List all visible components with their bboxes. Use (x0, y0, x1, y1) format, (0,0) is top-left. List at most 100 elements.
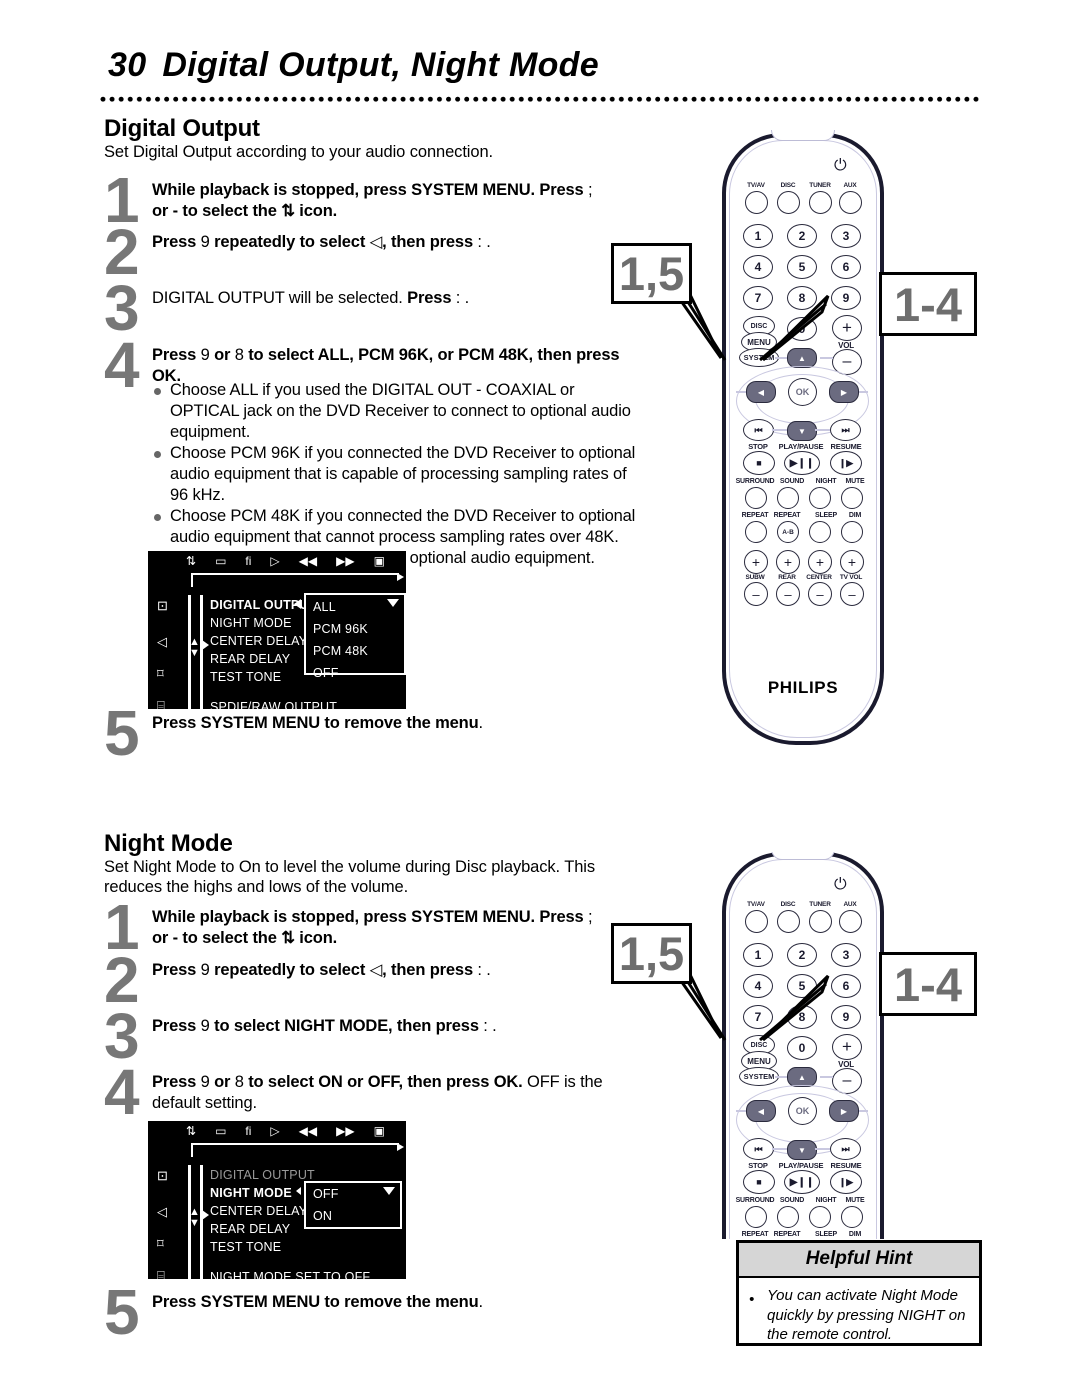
next-button[interactable]: ⏭ (830, 1138, 861, 1160)
osd-dropdown-night-mode[interactable]: OFF ON (304, 1181, 402, 1229)
osd-left-pointer-icon (202, 640, 209, 650)
nm-step-4-number: 4 (104, 1056, 140, 1128)
osd-selection-pointer-icon (294, 599, 301, 609)
osd-selection-pointer-icon (296, 1187, 301, 1195)
osd-option-pcm48k[interactable]: PCM 48K (306, 645, 404, 667)
play-pause-button[interactable]: ▶❙❙ (784, 1170, 820, 1194)
nav-left-button[interactable]: ◀ (746, 1100, 776, 1122)
surround-button[interactable] (745, 1206, 767, 1228)
osd-topbar: ⇅ ▭ ﬁ ▷ ◀◀ ▶▶ ▣ (148, 1121, 406, 1161)
mute-button[interactable] (841, 1206, 863, 1228)
osd-dropdown-digital-output[interactable]: ALL PCM 96K PCM 48K OFF (304, 593, 406, 679)
nm-step-1-sym1: ; (588, 908, 593, 926)
center-down-button[interactable]: – (808, 582, 832, 606)
nm-step-2-b: repeatedly to select (209, 961, 370, 979)
nm-step-3-a: Press (152, 1017, 201, 1035)
osd-item-test-tone[interactable]: TEST TONE (210, 1241, 406, 1259)
resume-button[interactable]: ❙▶ (830, 1170, 862, 1194)
osd-status-line: NIGHT MODE SET TO OFF (210, 1270, 371, 1284)
sleep-button[interactable] (809, 521, 831, 543)
do-step-4-key-down: 9 (200, 346, 210, 364)
subwoofer-down-button[interactable]: – (744, 582, 768, 606)
updown-icon: ⇅ (281, 929, 295, 947)
osd-topbar-icons: ⇅ ▭ ﬁ ▷ ◀◀ ▶▶ ▣ (186, 1124, 385, 1138)
repeat-ab-button[interactable]: A-B (777, 521, 799, 543)
nav-right-button[interactable]: ▶ (829, 381, 859, 403)
do-step-1-line2a: or - (152, 202, 183, 220)
sound-button[interactable] (777, 1206, 799, 1228)
updown-icon: ⇅ (186, 1124, 197, 1138)
nav-up-button[interactable]: ▲ (787, 1067, 817, 1087)
surround-button[interactable] (745, 487, 767, 509)
nm-step-4-key-down: 9 (200, 1073, 210, 1091)
nav-down-button[interactable]: ▼ (787, 421, 817, 441)
osd-option-off[interactable]: OFF (306, 667, 404, 689)
source-button-tvav[interactable] (745, 191, 768, 214)
do-step-3-text: DIGITAL OUTPUT will be selected. Press :… (152, 288, 469, 309)
manual-page: 30 Digital Output, Night Mode Digital Out… (0, 0, 1080, 1397)
source-button-tuner[interactable] (809, 191, 832, 214)
do-step-1-line1: While playback is stopped, press SYSTEM … (152, 181, 589, 199)
display-icon: ▭ (215, 1124, 227, 1138)
night-mode-intro: Set Night Mode to On to level the volume… (104, 858, 595, 896)
rear-label: REAR (778, 574, 796, 581)
nm-step-5-b: . (478, 1293, 484, 1311)
do-step-5-a: Press SYSTEM MENU to remove the menu (152, 714, 479, 732)
stop-button[interactable]: ■ (743, 451, 775, 475)
mute-button[interactable] (841, 487, 863, 509)
night-button[interactable] (809, 487, 831, 509)
helpful-hint-box: Helpful Hint • You can activate Night Mo… (736, 1240, 982, 1346)
repeat-button[interactable] (745, 521, 767, 543)
osd-option-on[interactable]: ON (306, 1210, 400, 1232)
dim-button[interactable] (841, 521, 863, 543)
tvvol-down-button[interactable]: – (840, 582, 864, 606)
source-label-tuner: TUNER (809, 901, 831, 908)
resume-button[interactable]: ❙▶ (830, 451, 862, 475)
remote-ir-notch (771, 852, 835, 860)
sound-button[interactable] (777, 487, 799, 509)
nm-step-4-c: to select ON or OFF, then press OK. (243, 1073, 523, 1091)
surround-label: SURROUND (735, 1197, 775, 1204)
ok-button[interactable]: OK (788, 378, 817, 406)
stop-label: STOP (748, 442, 768, 451)
speaker-icon: ◁ (369, 961, 383, 979)
osd-panel: ⊡ ◁ ⌑ ⌸ ▲ ▼ DIGITAL OUTPUT NIGHT MODE CEN… (148, 593, 406, 713)
rewind-icon: ◀◀ (298, 1124, 318, 1138)
system-menu-button[interactable]: SYSTEM (739, 1067, 779, 1086)
nav-left-button[interactable]: ◀ (746, 381, 776, 403)
source-label-tuner: TUNER (809, 182, 831, 189)
osd-option-pcm96k[interactable]: PCM 96K (306, 623, 404, 645)
rear-up-button[interactable]: + (776, 550, 800, 574)
tvvol-label: TV VOL (839, 574, 863, 581)
nm-step-5-text: Press SYSTEM MENU to remove the menu. (152, 1292, 483, 1313)
do-step-3-a: DIGITAL OUTPUT will be selected. (152, 289, 408, 307)
header-dotted-rule (100, 96, 982, 103)
playpause-label: PLAY/PAUSE (778, 442, 824, 451)
night-button[interactable] (809, 1206, 831, 1228)
ok-button[interactable]: OK (788, 1097, 817, 1125)
osd-sidebar: ⊡ ◁ ⌑ ⌸ (153, 1165, 187, 1282)
tvvol-up-button[interactable]: + (840, 550, 864, 574)
do-step-4-bullets: Choose ALL if you used the DIGITAL OUT -… (152, 380, 646, 569)
source-button-aux[interactable] (839, 191, 862, 214)
nm-step-2-c: , then press (382, 961, 478, 979)
source-label-aux: AUX (843, 901, 857, 908)
nav-down-button[interactable]: ▼ (787, 1140, 817, 1160)
next-button[interactable]: ⏭ (830, 419, 861, 441)
stop-button[interactable]: ■ (743, 1170, 775, 1194)
nm-step-2-text: Press 9 repeatedly to select ◁, then pre… (152, 960, 491, 981)
do-step-2-text: Press 9 repeatedly to select ◁, then pre… (152, 232, 491, 253)
power-icon[interactable]: ⏻ (834, 157, 847, 175)
subwoofer-up-button[interactable]: + (744, 550, 768, 574)
play-pause-button[interactable]: ▶❙❙ (784, 451, 820, 475)
source-button-disc[interactable] (777, 191, 800, 214)
previous-button[interactable]: ⏮ (743, 1138, 774, 1160)
power-icon[interactable]: ⏻ (834, 876, 847, 894)
center-label: CENTER (806, 574, 832, 581)
center-up-button[interactable]: + (808, 550, 832, 574)
nm-step-1-line1: While playback is stopped, press SYSTEM … (152, 908, 589, 926)
rear-down-button[interactable]: – (776, 582, 800, 606)
nav-right-button[interactable]: ▶ (829, 1100, 859, 1122)
helpful-hint-body: • You can activate Night Mode quickly by… (739, 1278, 979, 1355)
previous-button[interactable]: ⏮ (743, 419, 774, 441)
